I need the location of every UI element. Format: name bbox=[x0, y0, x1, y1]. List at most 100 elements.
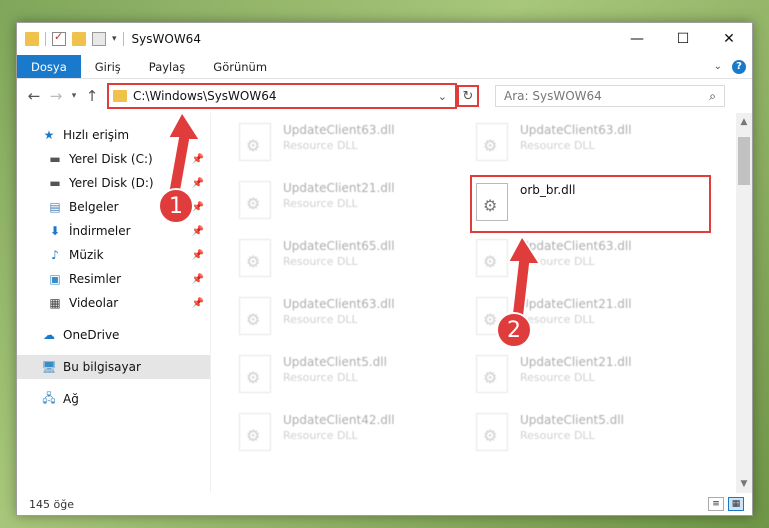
file-description: Resource DLL bbox=[283, 139, 358, 152]
window-title: SysWOW64 bbox=[131, 32, 201, 46]
close-button[interactable]: ✕ bbox=[706, 23, 752, 55]
scroll-thumb[interactable] bbox=[738, 137, 750, 185]
tab-gorunum[interactable]: Görünüm bbox=[199, 55, 281, 78]
file-name: UpdateClient42.dll bbox=[283, 413, 395, 427]
navigation-pane: ★ Hızlı erişim ▬ Yerel Disk (C:) 📌 ▬ Yer… bbox=[17, 113, 211, 493]
file-description: Resource DLL bbox=[520, 429, 595, 442]
separator bbox=[122, 32, 124, 46]
ribbon-tabs: Dosya Giriş Paylaş Görünüm ⌄ ? bbox=[17, 55, 752, 79]
forward-arrow-icon[interactable]: → bbox=[45, 87, 67, 105]
details-view-icon[interactable]: ≡ bbox=[708, 497, 724, 511]
download-icon: ⬇ bbox=[49, 224, 61, 238]
sidebar-item-label: Ağ bbox=[63, 392, 79, 406]
dll-file-icon bbox=[239, 355, 271, 393]
sidebar-item-label: Resimler bbox=[69, 272, 122, 286]
customize-icon[interactable] bbox=[92, 32, 106, 46]
documents-icon: ▤ bbox=[49, 200, 61, 214]
scroll-down-icon[interactable]: ▼ bbox=[736, 479, 752, 489]
vertical-scrollbar[interactable]: ▲ ▼ bbox=[736, 113, 752, 493]
pin-icon: 📌 bbox=[191, 249, 204, 261]
scroll-up-icon[interactable]: ▲ bbox=[736, 117, 752, 127]
sidebar-item-this-pc[interactable]: 🖥 Bu bilgisayar bbox=[17, 355, 210, 379]
file-name: UpdateClient5.dll bbox=[283, 355, 387, 369]
tab-paylas[interactable]: Paylaş bbox=[135, 55, 200, 78]
address-bar[interactable]: C:\Windows\SysWOW64 ⌄ bbox=[107, 83, 457, 109]
file-description: Resource DLL bbox=[283, 429, 358, 442]
refresh-button[interactable]: ↻ bbox=[457, 85, 479, 107]
address-row: ← → ▾ ↑ C:\Windows\SysWOW64 ⌄ ↻ Ara: Sys… bbox=[17, 79, 752, 113]
sidebar-item-label: Videolar bbox=[69, 296, 119, 310]
sidebar-item-label: Belgeler bbox=[69, 200, 119, 214]
sidebar-item-videos[interactable]: ▦ Videolar 📌 bbox=[17, 291, 210, 315]
large-icons-view-icon[interactable]: ▦ bbox=[728, 497, 744, 511]
file-grid: UpdateClient63.dllResource DLLUpdateClie… bbox=[235, 113, 752, 465]
pin-icon: 📌 bbox=[191, 177, 204, 189]
properties-check-icon[interactable] bbox=[52, 30, 66, 46]
dropdown-arrow-icon[interactable]: ▾ bbox=[112, 34, 117, 44]
file-description: Resource DLL bbox=[520, 313, 595, 326]
sidebar-item-network[interactable]: 🖧 Ağ bbox=[17, 387, 210, 411]
folder-icon[interactable] bbox=[25, 32, 39, 46]
file-list-pane: UpdateClient63.dllResource DLLUpdateClie… bbox=[211, 113, 752, 493]
separator bbox=[45, 32, 46, 46]
address-path: C:\Windows\SysWOW64 bbox=[133, 89, 277, 103]
file-name: UpdateClient63.dll bbox=[520, 239, 632, 253]
network-icon: 🖧 bbox=[42, 390, 56, 405]
dll-file-icon bbox=[476, 239, 508, 277]
item-count: 145 öğe bbox=[29, 497, 74, 511]
search-input[interactable]: Ara: SysWOW64 ⌕ bbox=[495, 85, 725, 107]
new-folder-icon[interactable] bbox=[72, 32, 86, 46]
sidebar-item-label: İndirmeler bbox=[69, 224, 131, 238]
file-item[interactable]: UpdateClient21.dll Resource DLL bbox=[235, 175, 472, 233]
file-item[interactable]: orb_br.dll bbox=[470, 175, 711, 233]
tab-dosya[interactable]: Dosya bbox=[17, 55, 81, 78]
explorer-window: ▾ SysWOW64 — ☐ ✕ Dosya Giriş Paylaş Görü… bbox=[16, 22, 753, 516]
title-bar: ▾ SysWOW64 — ☐ ✕ bbox=[17, 23, 752, 55]
tab-giris[interactable]: Giriş bbox=[81, 55, 135, 78]
up-arrow-icon[interactable]: ↑ bbox=[81, 87, 103, 105]
file-item[interactable]: UpdateClient5.dll Resource DLL bbox=[235, 349, 472, 407]
file-description: Resource DLL bbox=[520, 371, 595, 384]
callout-2: 2 bbox=[496, 312, 532, 348]
file-name: UpdateClient63.dll bbox=[283, 297, 395, 311]
refresh-icon: ↻ bbox=[462, 88, 474, 104]
chevron-down-icon[interactable]: ⌄ bbox=[438, 90, 451, 103]
file-item[interactable]: UpdateClient63.dll Resource DLL bbox=[235, 291, 472, 349]
dll-file-icon bbox=[239, 181, 271, 219]
dll-file-icon bbox=[476, 123, 508, 161]
music-icon: ♪ bbox=[51, 248, 59, 262]
minimize-button[interactable]: — bbox=[614, 23, 660, 55]
dll-file-icon bbox=[476, 413, 508, 451]
dll-file-icon bbox=[239, 239, 271, 277]
file-name: UpdateClient21.dll bbox=[520, 297, 632, 311]
cloud-icon: ☁ bbox=[43, 328, 55, 342]
file-item[interactable]: UpdateClient65.dll Resource DLL bbox=[235, 233, 472, 291]
help-icon[interactable]: ? bbox=[732, 59, 746, 74]
ribbon-right: ⌄ ? bbox=[714, 55, 752, 78]
recent-dropdown-icon[interactable]: ▾ bbox=[67, 91, 81, 101]
file-name: orb_br.dll bbox=[520, 183, 576, 197]
drive-icon: ▬ bbox=[49, 152, 61, 166]
sidebar-item-onedrive[interactable]: ☁ OneDrive bbox=[17, 323, 210, 347]
file-item[interactable]: UpdateClient63.dll Resource DLL bbox=[235, 117, 472, 175]
sidebar-item-pictures[interactable]: ▣ Resimler 📌 bbox=[17, 267, 210, 291]
file-name: UpdateClient21.dll bbox=[520, 355, 632, 369]
dll-file-icon bbox=[239, 413, 271, 451]
file-item[interactable]: UpdateClient63.dll Resource DLL bbox=[472, 233, 709, 291]
back-arrow-icon[interactable]: ← bbox=[23, 87, 45, 105]
sidebar-item-label: Müzik bbox=[69, 248, 104, 262]
file-item[interactable]: UpdateClient21.dll Resource DLL bbox=[472, 349, 709, 407]
sidebar-item-quick-access[interactable]: ★ Hızlı erişim bbox=[17, 123, 210, 147]
file-description: Resource DLL bbox=[283, 255, 358, 268]
file-item[interactable]: UpdateClient42.dll Resource DLL bbox=[235, 407, 472, 465]
dll-file-icon bbox=[476, 355, 508, 393]
file-item[interactable]: UpdateClient5.dll Resource DLL bbox=[472, 407, 709, 465]
sidebar-item-label: Hızlı erişim bbox=[63, 128, 130, 142]
file-item[interactable]: UpdateClient63.dll Resource DLL bbox=[472, 117, 709, 175]
pin-icon: 📌 bbox=[191, 297, 204, 309]
file-description: Resource DLL bbox=[283, 313, 358, 326]
maximize-button[interactable]: ☐ bbox=[660, 23, 706, 55]
expand-ribbon-icon[interactable]: ⌄ bbox=[714, 61, 722, 72]
sidebar-item-music[interactable]: ♪ Müzik 📌 bbox=[17, 243, 210, 267]
sidebar-item-disk-c[interactable]: ▬ Yerel Disk (C:) 📌 bbox=[17, 147, 210, 171]
